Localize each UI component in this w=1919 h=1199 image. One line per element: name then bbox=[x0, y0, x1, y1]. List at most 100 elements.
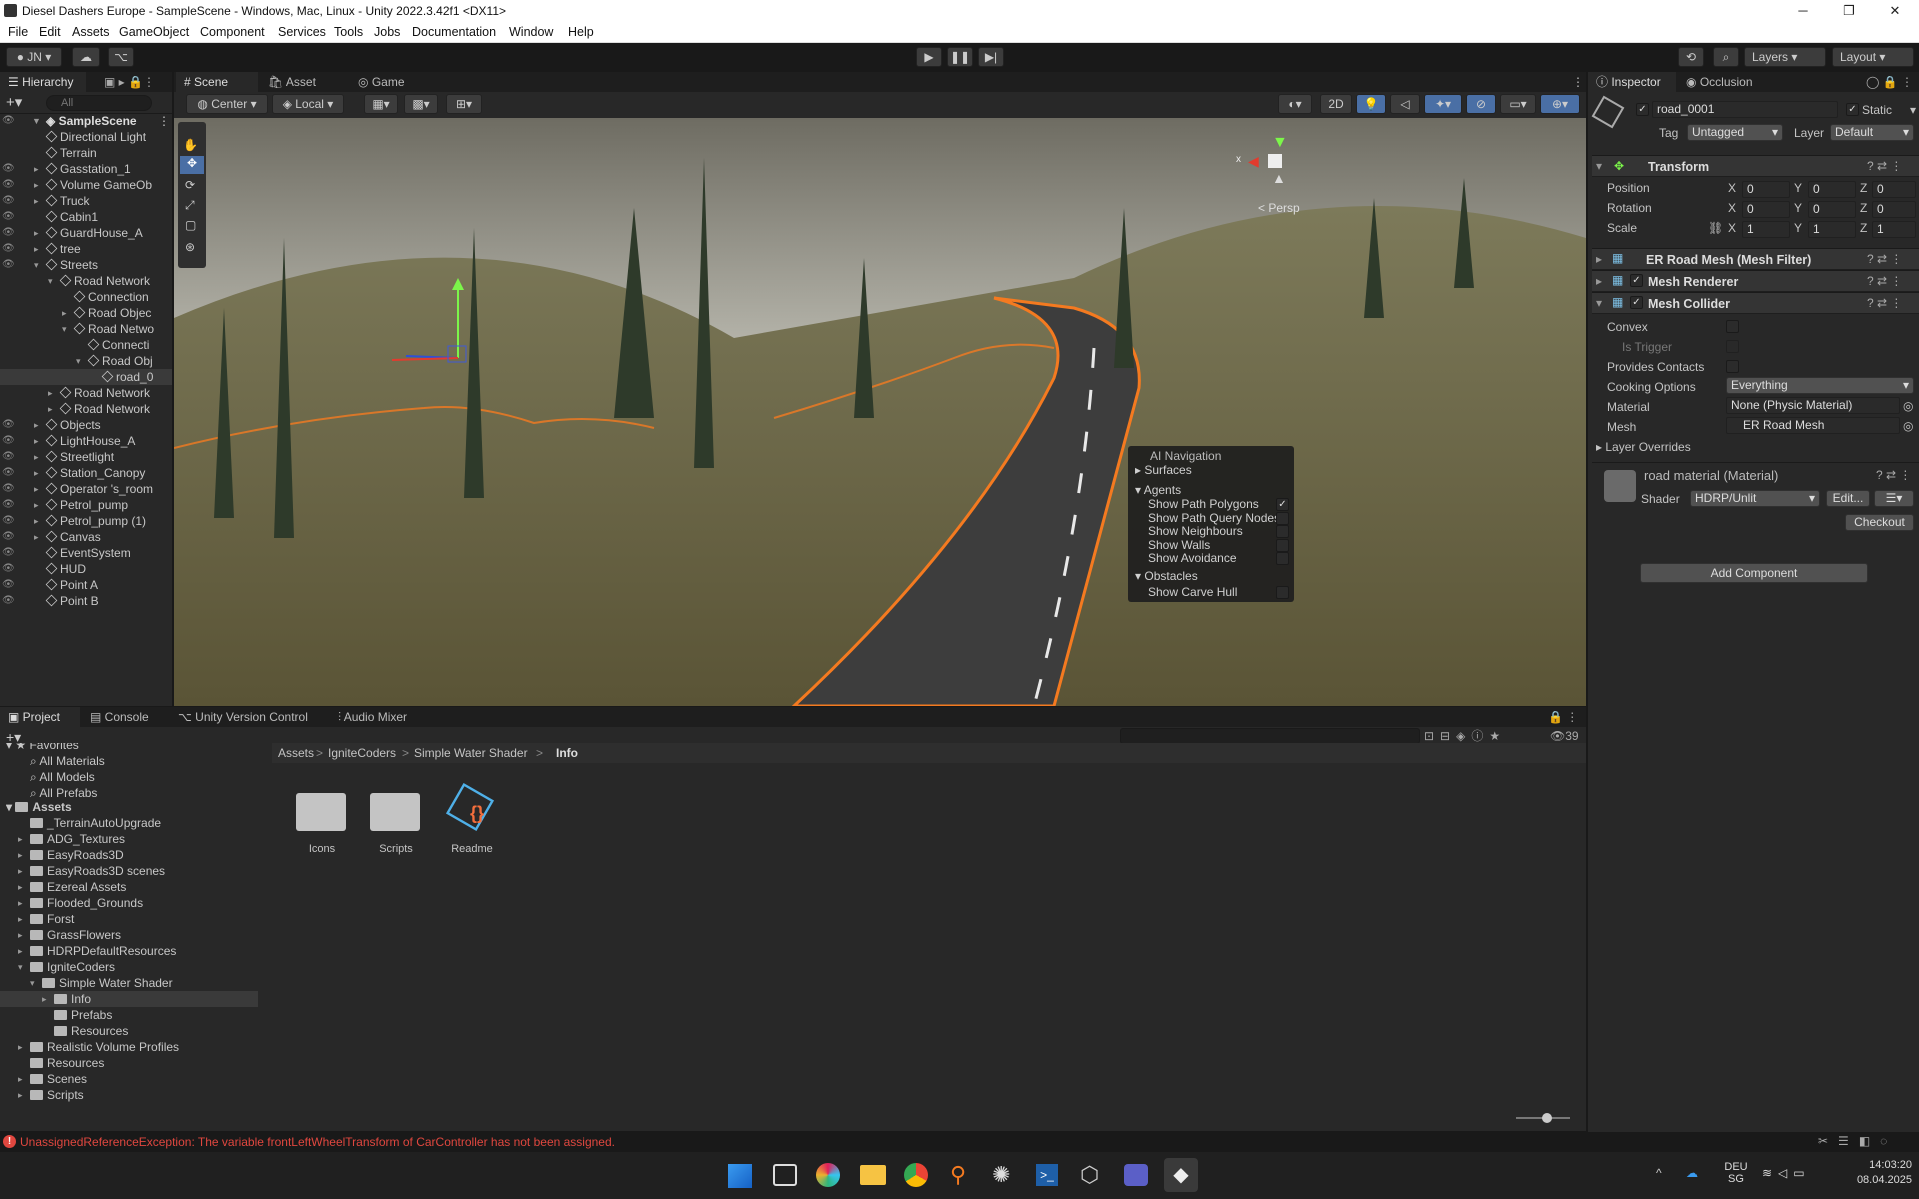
visibility-icon[interactable]: 👁 bbox=[2, 545, 15, 561]
agents-foldout[interactable]: ▾ Agents bbox=[1135, 483, 1181, 497]
scene-menu-icon[interactable]: ⋮ bbox=[1572, 75, 1584, 89]
inspector-options-icon[interactable]: ◯ 🔒 ⋮ bbox=[1866, 75, 1913, 89]
tab-version-control[interactable]: ⌥ Unity Version Control bbox=[172, 707, 322, 727]
z-field[interactable]: 1 bbox=[1872, 221, 1916, 238]
transform-header[interactable]: ▾ ✥ Transform ? ⇄ ⋮ bbox=[1592, 155, 1919, 177]
step-button[interactable]: ▶| bbox=[978, 47, 1004, 67]
error-message[interactable]: UnassignedReferenceException: The variab… bbox=[20, 1135, 615, 1149]
scene-root-row[interactable]: 👁 ▼ ◈ SampleScene ⋮ bbox=[0, 113, 172, 129]
material-picker-icon[interactable]: ◎ bbox=[1903, 399, 1913, 413]
clock[interactable]: 14:03:20 08.04.2025 bbox=[1838, 1159, 1912, 1186]
expand-arrow-icon[interactable]: ▸ bbox=[18, 879, 28, 895]
expand-arrow-icon[interactable]: ▼ bbox=[32, 113, 42, 129]
expand-arrow-icon[interactable]: ▸ bbox=[34, 417, 44, 433]
layers-dropdown[interactable]: Layers ▾ bbox=[1744, 47, 1826, 67]
shader-edit-button[interactable]: Edit... bbox=[1826, 490, 1870, 507]
powershell-icon[interactable]: >_ bbox=[1036, 1164, 1058, 1186]
menu-window[interactable]: Window bbox=[509, 25, 553, 39]
expand-arrow-icon[interactable]: ▸ bbox=[34, 497, 44, 513]
persp-label[interactable]: < Persp bbox=[1258, 201, 1300, 215]
grid-icon[interactable]: ▩▾ bbox=[404, 94, 438, 114]
asset-folder[interactable]: _TerrainAutoUpgrade bbox=[0, 815, 258, 831]
add-component-button[interactable]: Add Component bbox=[1640, 563, 1868, 583]
asset-folder[interactable]: ▸ ADG_Textures bbox=[0, 831, 258, 847]
asset-folder[interactable]: ▸ Scripts bbox=[0, 1087, 258, 1103]
visibility-icon[interactable]: 👁 bbox=[2, 225, 15, 241]
y-field[interactable]: 1 bbox=[1808, 221, 1856, 238]
visibility-icon[interactable]: 👁 bbox=[2, 577, 15, 593]
search-app-icon[interactable]: ⚲ bbox=[950, 1162, 966, 1188]
file-readme[interactable]: {} Readme bbox=[442, 782, 502, 857]
gizmo-center[interactable] bbox=[1268, 154, 1282, 168]
hierarchy-item[interactable]: Terrain bbox=[0, 145, 172, 161]
menu-gameobject[interactable]: GameObject bbox=[119, 25, 189, 39]
hierarchy-item[interactable]: 👁 ▾ Streets bbox=[0, 257, 172, 273]
obstacles-foldout[interactable]: ▾ Obstacles bbox=[1135, 569, 1198, 583]
layout-dropdown[interactable]: Layout ▾ bbox=[1832, 47, 1914, 67]
mesh-picker-icon[interactable]: ◎ bbox=[1903, 419, 1913, 433]
asset-folder[interactable]: ▾ IgniteCoders bbox=[0, 959, 258, 975]
ai-nav-option-checkbox[interactable]: ✓ bbox=[1276, 498, 1289, 511]
collab-icon[interactable]: ⌥ bbox=[108, 47, 134, 67]
menu-assets[interactable]: Assets bbox=[72, 25, 110, 39]
gizmos-icon[interactable]: ⊕▾ bbox=[1540, 94, 1580, 114]
tray-chevron-icon[interactable]: ^ bbox=[1656, 1166, 1662, 1180]
hierarchy-item[interactable]: ▸ Road Network bbox=[0, 401, 172, 417]
asset-folder[interactable]: ▸ Scenes bbox=[0, 1071, 258, 1087]
y-field[interactable]: 0 bbox=[1808, 201, 1856, 218]
expand-arrow-icon[interactable]: ▾ bbox=[34, 257, 44, 273]
component-options-icon[interactable]: ? ⇄ ⋮ bbox=[1867, 296, 1902, 310]
expand-arrow-icon[interactable]: ▾ bbox=[30, 975, 40, 991]
tab-occlusion[interactable]: ◉ Occlusion bbox=[1680, 72, 1766, 92]
tray-icons[interactable]: ≋◁▭ bbox=[1762, 1166, 1811, 1180]
expand-arrow-icon[interactable]: ▾ bbox=[76, 353, 86, 369]
history-icon[interactable]: ⟲ bbox=[1678, 47, 1704, 67]
asset-folder[interactable]: ▸ Realistic Volume Profiles bbox=[0, 1039, 258, 1055]
maximize-button[interactable]: ❐ bbox=[1826, 0, 1872, 22]
unity-hub-icon[interactable]: ⬡ bbox=[1080, 1162, 1099, 1188]
asset-folder[interactable]: ▸ EasyRoads3D scenes bbox=[0, 863, 258, 879]
convex-checkbox[interactable] bbox=[1726, 320, 1739, 333]
hierarchy-item[interactable]: 👁 Point A bbox=[0, 577, 172, 593]
task-view-icon[interactable] bbox=[773, 1164, 797, 1186]
hierarchy-item[interactable]: ▾ Road Netwo bbox=[0, 321, 172, 337]
expand-arrow-icon[interactable]: ▸ bbox=[34, 241, 44, 257]
close-button[interactable]: ✕ bbox=[1872, 0, 1918, 22]
expand-arrow-icon[interactable]: ▸ bbox=[34, 433, 44, 449]
expand-arrow-icon[interactable]: ▾ bbox=[62, 321, 72, 337]
expand-arrow-icon[interactable]: ▸ bbox=[34, 225, 44, 241]
menu-help[interactable]: Help bbox=[568, 25, 594, 39]
visibility-icon[interactable]: 👁 bbox=[2, 161, 15, 177]
rotate-tool-icon[interactable]: ⟳ bbox=[185, 178, 195, 192]
tab-asset-store[interactable]: 🛍 Asset Store bbox=[260, 72, 346, 109]
hidden-icon[interactable]: ⊘ bbox=[1466, 94, 1496, 114]
hierarchy-item[interactable]: 👁 EventSystem bbox=[0, 545, 172, 561]
ai-nav-option-checkbox[interactable] bbox=[1276, 552, 1289, 565]
asset-folder[interactable]: ▸ EasyRoads3D bbox=[0, 847, 258, 863]
gizmo-z-cone[interactable]: ▲ bbox=[1272, 170, 1286, 186]
lock-icon[interactable]: ▣ ▸ 🔒⋮ bbox=[104, 75, 155, 89]
audio-icon[interactable]: ◁ bbox=[1390, 94, 1420, 114]
hierarchy-item[interactable]: ▸ Road Network bbox=[0, 385, 172, 401]
grid-snap-icon[interactable]: ▦▾ bbox=[364, 94, 398, 114]
is-trigger-checkbox[interactable] bbox=[1726, 340, 1739, 353]
pause-button[interactable]: ❚❚ bbox=[947, 47, 973, 67]
project-options-icon[interactable]: 🔒 ⋮ bbox=[1548, 710, 1578, 724]
expand-arrow-icon[interactable]: ▸ bbox=[42, 991, 52, 1007]
component-enabled-checkbox[interactable]: ✓ bbox=[1630, 296, 1643, 309]
expand-arrow-icon[interactable]: ▸ bbox=[48, 401, 58, 417]
expand-arrow-icon[interactable]: ▸ bbox=[34, 513, 44, 529]
menu-services[interactable]: Services bbox=[278, 25, 326, 39]
favorites-header[interactable]: ▾ ★ Favorites bbox=[6, 743, 79, 753]
visibility-icon[interactable]: 👁 bbox=[2, 241, 15, 257]
fold-arrow-icon[interactable]: ▸ bbox=[1596, 274, 1602, 288]
shader-dropdown[interactable]: HDRP/Unlit ▾ bbox=[1690, 490, 1820, 507]
breadcrumb-assets[interactable]: Assets bbox=[278, 746, 314, 760]
ai-nav-option-checkbox[interactable] bbox=[1276, 511, 1289, 525]
visibility-icon[interactable]: 👁 bbox=[2, 497, 15, 513]
hierarchy-search-input[interactable] bbox=[46, 95, 152, 111]
pivot-dropdown[interactable]: ◍ Center ▾ bbox=[186, 94, 268, 114]
hierarchy-item[interactable]: 👁 ▸ LightHouse_A bbox=[0, 433, 172, 449]
expand-arrow-icon[interactable]: ▸ bbox=[18, 1087, 28, 1103]
visibility-icon[interactable]: 👁 bbox=[2, 417, 15, 433]
